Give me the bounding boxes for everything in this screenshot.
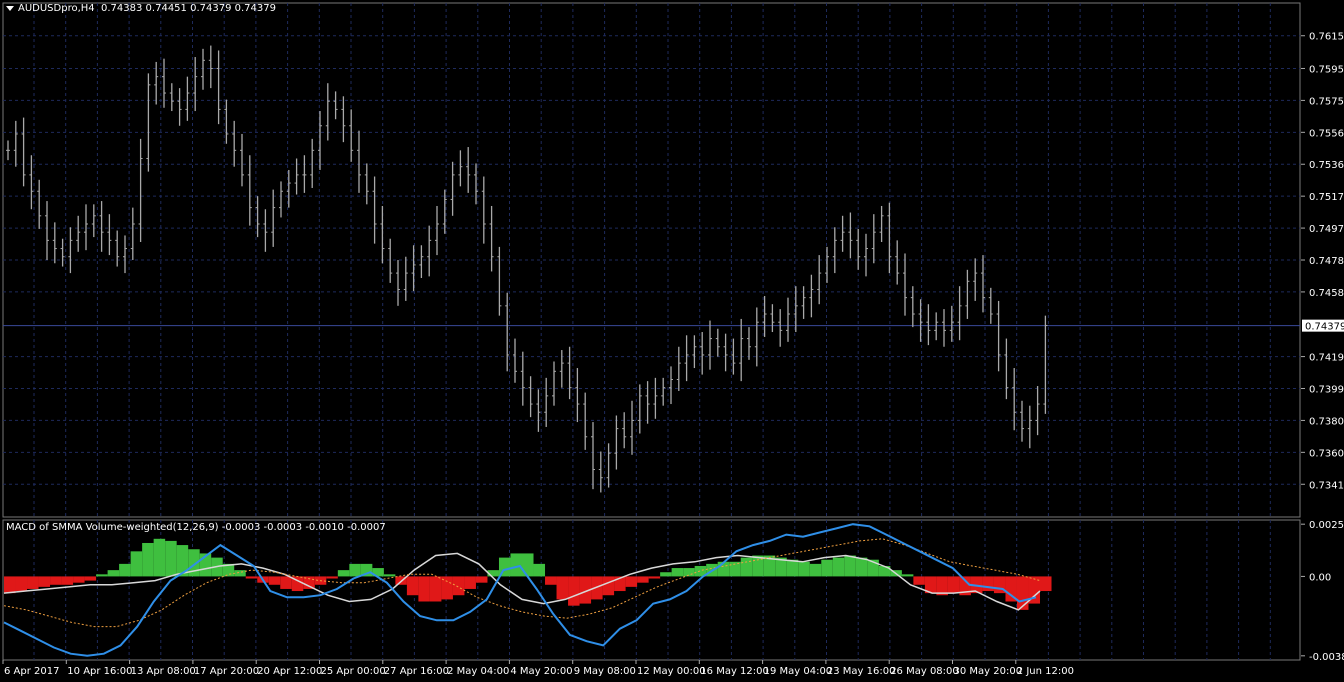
histogram-bar-down <box>648 576 661 579</box>
trading-chart[interactable]: 0.76150 0.75950 0.75755 0.75560 0.75365 0.751… <box>0 0 1344 682</box>
indicator-header: MACD of SMMA Volume-weighted(12,26,9) -0… <box>6 522 386 533</box>
macd-axis-label: -0.0038 <box>1309 652 1344 663</box>
time-axis-label: 23 May 16:00 <box>827 666 896 677</box>
symbol-header: AUDUSDpro,H4 0.74383 0.74451 0.74379 0.7… <box>6 3 276 14</box>
histogram-bar-down <box>326 576 338 579</box>
histogram-bar-down <box>452 576 465 596</box>
histogram-bar-up <box>337 570 350 577</box>
current-price-label: 0.74379 <box>1305 322 1344 333</box>
histogram-bar-down <box>1016 576 1029 610</box>
histogram-bar-down <box>637 576 649 583</box>
chart-canvas[interactable]: 0.76150 0.75950 0.75755 0.75560 0.75365 0.751… <box>0 0 1344 682</box>
indicator-label: MACD of SMMA Volume-weighted(12,26,9) -0… <box>6 522 386 533</box>
price-axis-label: 0.75560 <box>1309 128 1344 139</box>
time-axis-label: 2 May 04:00 <box>447 666 509 677</box>
price-axis-label: 0.73800 <box>1309 416 1344 427</box>
histogram-bar-down <box>27 576 39 589</box>
histogram-bar-down <box>38 576 51 587</box>
histogram-bar-up <box>234 570 246 577</box>
time-axis-label: 19 May 04:00 <box>764 666 833 677</box>
histogram-bar-down <box>1040 576 1052 592</box>
time-axis-label: 16 May 12:00 <box>700 666 769 677</box>
histogram-bar-down <box>475 576 488 583</box>
time-axis-label: 25 Apr 00:00 <box>321 666 386 677</box>
price-axis-label: 0.74780 <box>1309 256 1344 267</box>
ohlc-values: 0.74383 0.74451 0.74379 0.74379 <box>101 3 276 14</box>
histogram-bar-up <box>786 559 799 577</box>
histogram-bar-up <box>683 568 695 577</box>
histogram-bar-down <box>268 576 281 585</box>
histogram-bar-down <box>602 576 615 596</box>
price-axis-label: 0.75950 <box>1309 64 1344 75</box>
histogram-bar-up <box>119 563 131 577</box>
histogram-bar-down <box>982 576 994 592</box>
histogram-bar-up <box>349 563 361 577</box>
histogram-bar-down <box>280 576 292 589</box>
macd-axis-label: 0.0025 <box>1309 520 1344 531</box>
histogram-bar-down <box>418 576 430 602</box>
histogram-bar-up <box>832 557 845 577</box>
time-axis-label: 26 May 08:00 <box>890 666 959 677</box>
histogram-bar-down <box>556 576 569 600</box>
histogram-bar-up <box>130 551 143 577</box>
histogram-bar-up <box>96 574 108 577</box>
histogram-bar-up <box>821 559 833 577</box>
histogram-bar-down <box>406 576 419 596</box>
price-axis-label: 0.74975 <box>1309 224 1344 235</box>
histogram-bar-up <box>740 557 753 577</box>
price-axis-label: 0.73410 <box>1309 480 1344 491</box>
time-axis-label: 13 Apr 08:00 <box>131 666 196 677</box>
price-axis-label: 0.74585 <box>1309 288 1344 299</box>
macd-axis-label: 0.00 <box>1309 572 1331 583</box>
time-axis-label: 30 May 20:00 <box>954 666 1023 677</box>
price-axis-label: 0.73995 <box>1309 385 1344 396</box>
histogram-bar-up <box>522 553 534 577</box>
symbol-label: AUDUSDpro,H4 <box>18 3 95 14</box>
histogram-bar-down <box>947 576 960 594</box>
histogram-bar-down <box>50 576 62 585</box>
price-axis-label: 0.75755 <box>1309 96 1344 107</box>
time-axis-label: 6 Apr 2017 <box>4 666 59 677</box>
histogram-bar-down <box>568 576 580 606</box>
time-axis-label: 12 May 00:00 <box>637 666 706 677</box>
histogram-bar-down <box>625 576 638 587</box>
time-axis-label: 17 Apr 20:00 <box>194 666 259 677</box>
histogram-bar-up <box>383 574 396 577</box>
histogram-bar-down <box>245 576 258 579</box>
histogram-bar-down <box>4 576 16 594</box>
histogram-bar-up <box>533 563 546 577</box>
time-axis-label: 2 Jun 12:00 <box>1017 666 1074 677</box>
price-axis-label: 0.75365 <box>1309 160 1344 171</box>
time-axis-label: 10 Apr 16:00 <box>67 666 132 677</box>
price-axis-label: 0.75170 <box>1309 192 1344 203</box>
histogram-bar-up <box>901 574 914 577</box>
histogram-bar-down <box>73 576 85 583</box>
time-axis-label: 20 Apr 12:00 <box>257 666 322 677</box>
histogram-bar-down <box>913 576 925 585</box>
histogram-bar-down <box>545 576 557 585</box>
histogram-bar-up <box>165 540 177 577</box>
dropdown-triangle-icon[interactable] <box>6 5 14 11</box>
histogram-bar-down <box>464 576 476 589</box>
histogram-bar-up <box>142 542 154 577</box>
histogram-bar-up <box>798 561 810 577</box>
histogram-bar-down <box>84 576 97 581</box>
time-axis-label: 4 May 20:00 <box>510 666 572 677</box>
histogram-bar-up <box>153 538 166 577</box>
histogram-bar-up <box>855 557 868 577</box>
time-axis-label: 27 Apr 16:00 <box>384 666 449 677</box>
time-axis-label: 9 May 08:00 <box>574 666 636 677</box>
price-axis-label: 0.76150 <box>1309 32 1344 43</box>
price-axis-label: 0.74190 <box>1309 353 1344 364</box>
histogram-bar-down <box>61 576 74 585</box>
histogram-bar-up <box>660 572 672 577</box>
price-axis-label: 0.73605 <box>1309 448 1344 459</box>
histogram-bar-up <box>107 570 120 577</box>
histogram-bar-up <box>671 568 684 577</box>
histogram-bar-up <box>809 563 822 577</box>
histogram-bar-down <box>15 576 28 592</box>
histogram-bar-down <box>429 576 442 602</box>
histogram-bar-up <box>844 555 856 577</box>
